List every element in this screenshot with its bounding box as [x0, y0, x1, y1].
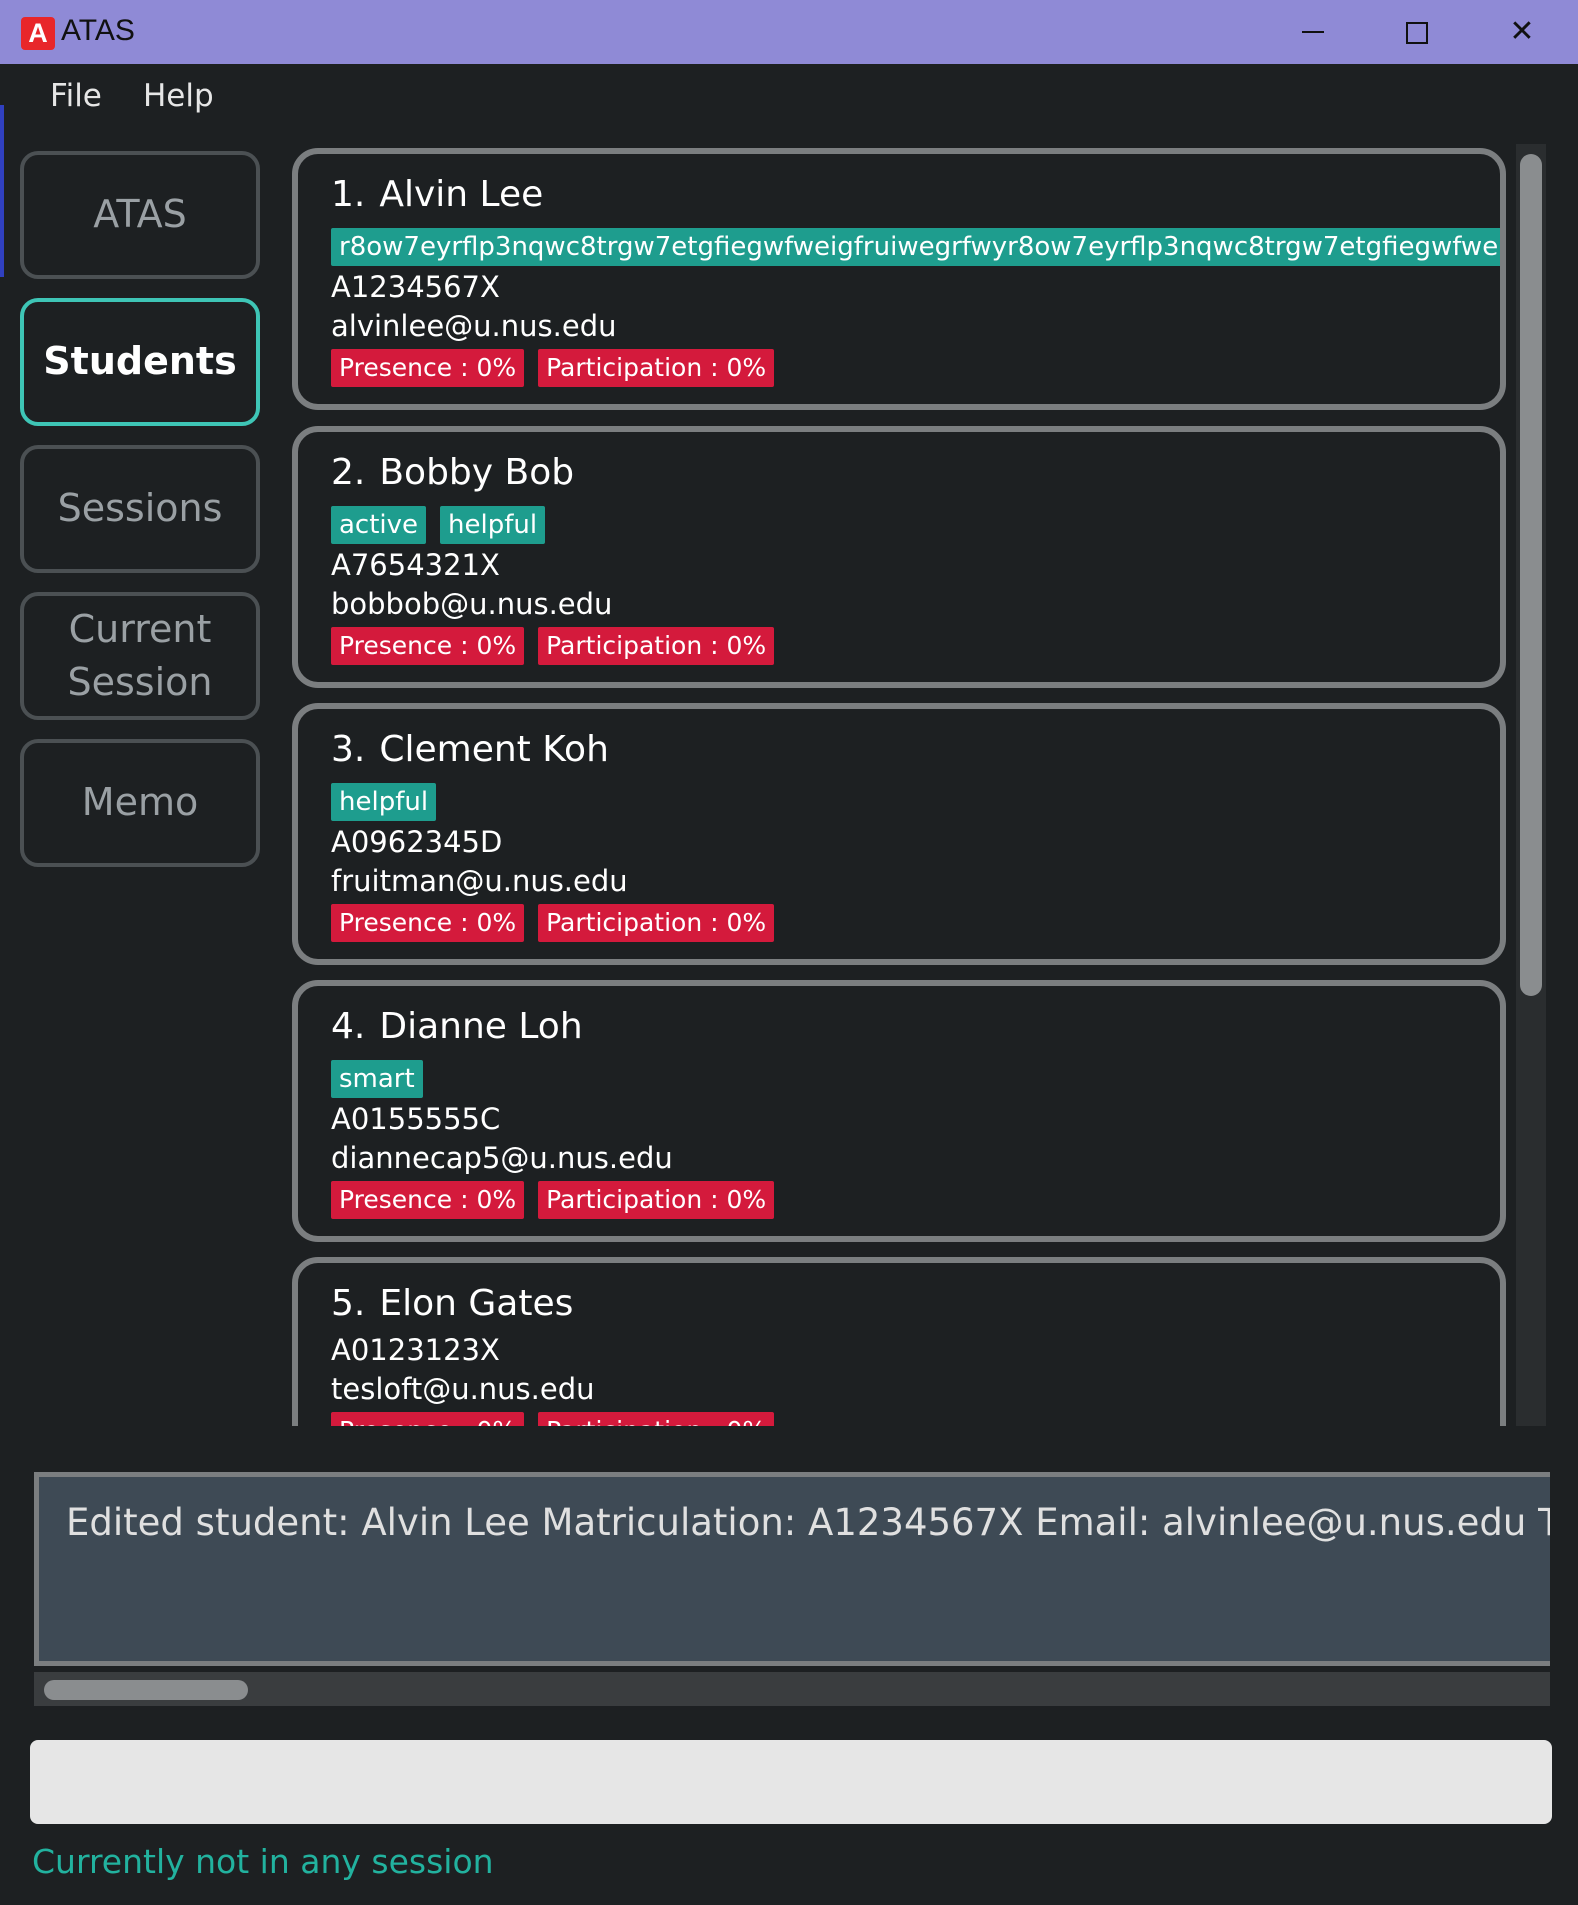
participation-badge: Participation : 0% [538, 1181, 775, 1219]
student-card[interactable]: 2. Bobby Bob active helpful A7654321X bobb… [292, 426, 1506, 688]
student-email: tesloft@u.nus.edu [331, 1372, 595, 1406]
tag: smart [331, 1060, 423, 1098]
presence-badge: Presence : 0% [331, 627, 525, 665]
result-display-scrollbar-thumb[interactable] [44, 1680, 248, 1700]
tag-list: smart [331, 1060, 1500, 1100]
title-bar: A ATAS ✕ [0, 0, 1578, 64]
student-matric: A1234567X [331, 270, 500, 304]
nav-atas-button[interactable]: ATAS [20, 151, 260, 279]
tag: helpful [440, 506, 546, 544]
close-button[interactable]: ✕ [1470, 0, 1574, 64]
student-email: diannecap5@u.nus.edu [331, 1141, 673, 1175]
student-name: Dianne Loh [379, 1006, 583, 1047]
participation-badge: Participation : 0% [538, 904, 775, 942]
command-input[interactable] [30, 1740, 1552, 1824]
tag-list: helpful [331, 783, 1500, 823]
student-name: Alvin Lee [379, 174, 544, 215]
student-index: 2. [331, 452, 366, 493]
close-icon: ✕ [1509, 14, 1535, 49]
student-index: 5. [331, 1283, 366, 1324]
student-index: 3. [331, 729, 366, 770]
student-email: fruitman@u.nus.edu [331, 864, 628, 898]
student-name: Clement Koh [379, 729, 609, 770]
nav-sessions-button[interactable]: Sessions [20, 445, 260, 573]
participation-badge: Participation : 0% [538, 349, 775, 387]
tag-list: active helpful [331, 506, 1500, 546]
tag: r8ow7eyrflp3nqwc8trgw7etgfiegwfweigfruiw… [331, 228, 1500, 266]
result-display: Edited student: Alvin Lee Matriculation:… [34, 1472, 1550, 1666]
result-message: Edited student: Alvin Lee Matriculation:… [66, 1501, 1550, 1544]
participation-badge: Participation : 0% [538, 627, 775, 665]
student-list-scrollbar-thumb[interactable] [1520, 154, 1542, 996]
session-status: Currently not in any session [32, 1842, 494, 1881]
participation-badge: Participation : 0% [538, 1412, 775, 1426]
nav-current-session-button[interactable]: Current Session [20, 592, 260, 720]
student-card[interactable]: 1. Alvin Lee r8ow7eyrflp3nqwc8trgw7etgfie… [292, 148, 1506, 410]
presence-badge: Presence : 0% [331, 349, 525, 387]
app-logo-icon: A [21, 17, 55, 50]
student-email: alvinlee@u.nus.edu [331, 309, 617, 343]
student-name: Bobby Bob [379, 452, 575, 493]
nav-memo-button[interactable]: Memo [20, 739, 260, 867]
maximize-icon [1406, 22, 1428, 44]
nav-students-button[interactable]: Students [20, 298, 260, 426]
maximize-button[interactable] [1364, 0, 1468, 64]
minimize-button[interactable] [1260, 0, 1364, 64]
student-list[interactable]: 1. Alvin Lee r8ow7eyrflp3nqwc8trgw7etgfie… [290, 144, 1515, 1426]
student-index: 1. [331, 174, 366, 215]
window-edge-accent [0, 105, 4, 277]
student-matric: A0155555C [331, 1102, 501, 1136]
tag: helpful [331, 783, 437, 821]
student-card[interactable]: 5. Elon Gates A0123123X tesloft@u.nus.edu… [292, 1257, 1506, 1426]
student-name: Elon Gates [379, 1283, 574, 1324]
window-title: ATAS [61, 14, 135, 47]
result-display-scrollbar[interactable] [34, 1672, 1550, 1706]
student-matric: A7654321X [331, 548, 500, 582]
student-card[interactable]: 3. Clement Koh helpful A0962345D fruitman… [292, 703, 1506, 965]
minimize-icon [1302, 31, 1324, 33]
student-matric: A0123123X [331, 1333, 500, 1367]
menu-help[interactable]: Help [143, 78, 214, 114]
tag: active [331, 506, 427, 544]
presence-badge: Presence : 0% [331, 904, 525, 942]
student-email: bobbob@u.nus.edu [331, 587, 613, 621]
student-matric: A0962345D [331, 825, 503, 859]
student-card[interactable]: 4. Dianne Loh smart A0155555C diannecap5@… [292, 980, 1506, 1242]
menu-file[interactable]: File [50, 78, 102, 114]
presence-badge: Presence : 0% [331, 1181, 525, 1219]
presence-badge: Presence : 0% [331, 1412, 525, 1426]
tag-list: r8ow7eyrflp3nqwc8trgw7etgfiegwfweigfruiw… [331, 228, 1500, 268]
student-index: 4. [331, 1006, 366, 1047]
